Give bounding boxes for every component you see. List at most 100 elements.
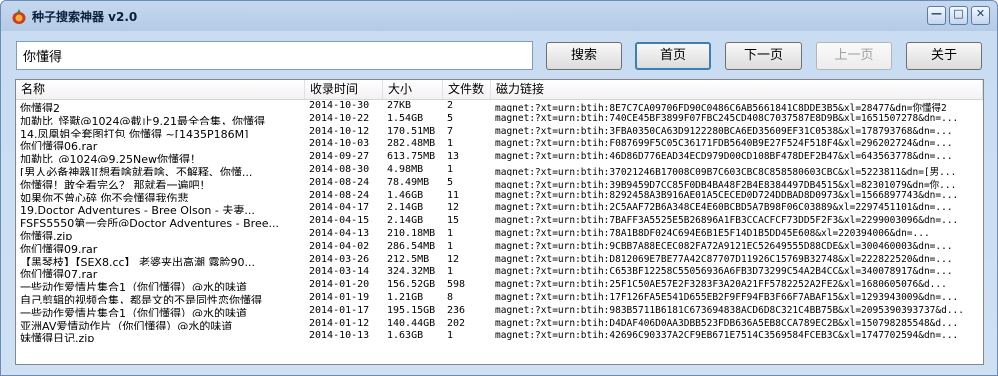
cell-size: 2.14GB <box>387 202 424 214</box>
cell-name: [男人必备神器][想看啥就看啥、不解释、你懂... <box>20 166 253 176</box>
title-bar[interactable]: 种子搜索神器 v2.0 — □ ✕ <box>1 1 997 31</box>
cell-name: 你懂得！敢全看完么？ 那就看一遍吧！ <box>20 178 211 189</box>
cell-date: 2014-10-30 <box>309 100 370 111</box>
cell-size: 1.21GB <box>387 292 424 303</box>
table-row[interactable]: 你们懂得06.rar 2014-10-03 282.48MB 1 magnet:?xt=… <box>16 138 983 150</box>
cell-size: 170.51MB <box>387 125 436 137</box>
table-row[interactable]: 如果你不曾心碎 你不会懂得我伤悲 2014-08-24 1.46GB 11 magnet… <box>16 190 983 202</box>
minimize-icon[interactable]: — <box>927 6 946 25</box>
cell-name: 19.Doctor Adventures - Bree Olson - 夫妻..… <box>20 204 255 215</box>
search-input[interactable]: 你懂得 <box>16 41 533 70</box>
cell-magnet-link: magnet:?xt=urn:btih:F087699F5C05C36171FD… <box>495 138 953 150</box>
cell-size: 613.75MB <box>387 151 436 163</box>
cell-name: 如果你不曾心碎 你不会懂得我伤悲 <box>20 191 189 202</box>
cell-name: 你懂得.zip <box>20 230 73 240</box>
cell-name: 你懂得2 <box>20 102 60 112</box>
table-row[interactable]: 加勒比_@1024@9.25New你懂得！ 2014-09-27 613.75MB 1… <box>16 151 983 163</box>
prev-page-button[interactable]: 上一页 <box>816 42 892 70</box>
cell-file-count: 202 <box>447 317 466 329</box>
cell-magnet-link: magnet:?xt=urn:btih:C653BF12258C55056936… <box>495 266 953 278</box>
results-table[interactable]: 名称 收录时间 大小 文件数 磁力链接 你懂得2 2014-10-30 27KB 2 m… <box>15 79 984 365</box>
cell-size: 2.14GB <box>387 215 424 227</box>
cell-date: 2014-08-24 <box>309 176 370 188</box>
cell-name: 加勒比_怪獸@1024@截止9.21最全合集，你懂得 <box>20 114 265 125</box>
cell-date: 2014-08-24 <box>309 189 370 201</box>
cell-size: 210.18MB <box>387 228 436 239</box>
cell-magnet-link: magnet:?xt=urn:btih:D4DAF406D0AA3DBB523F… <box>495 317 959 329</box>
table-row[interactable]: 14.凤凰姐全套图打包 你懂得 ~[1435P186M] 2014-10-12 17… <box>16 126 983 138</box>
table-row[interactable]: 自己剪辑的视频合集，都是文的不是同性恋你懂得 2014-01-19 1.21GB 8 m… <box>16 292 983 304</box>
table-row[interactable]: 你们懂得07.rar 2014-03-14 324.32MB 1 magnet:?xt=… <box>16 266 983 278</box>
cell-magnet-link: magnet:?xt=urn:btih:2C5AAF72B6A348CE4E60… <box>495 202 953 214</box>
cell-date: 2014-10-12 <box>309 125 370 137</box>
table-row[interactable]: 妹懂得日记.zip 2014-10-13 1.63GB 1 magnet:?xt=urn… <box>16 330 983 342</box>
column-header-name[interactable]: 名称 <box>16 80 305 99</box>
column-header-date[interactable]: 收录时间 <box>305 80 383 99</box>
cell-date: 2014-10-22 <box>309 112 370 124</box>
table-row[interactable]: 19.Doctor Adventures - Bree Olson - 夫妻..… <box>16 202 983 214</box>
cell-file-count: 7 <box>447 125 454 137</box>
table-row[interactable]: 你懂得！敢全看完么？ 那就看一遍吧！ 2014-08-24 78.49MB 5 magn… <box>16 177 983 189</box>
table-row[interactable]: 你懂得.zip 2014-04-13 210.18MB 1 magnet:?xt=urn… <box>16 228 983 240</box>
table-row[interactable]: 亚洲AV爱情动作片（你们懂得）@水的味道 2014-01-12 140.44GB 20… <box>16 318 983 330</box>
cell-magnet-link: magnet:?xt=urn:btih:7BAFF3A5525E5B26896A… <box>495 215 959 227</box>
cell-magnet-link: magnet:?xt=urn:btih:D812069E7BE77A42C877… <box>495 253 953 265</box>
cell-date: 2014-03-14 <box>309 266 370 278</box>
table-row[interactable]: 加勒比_怪獸@1024@截止9.21最全合集，你懂得 2014-10-22 1.54… <box>16 113 983 125</box>
cell-name: 妹懂得日记.zip <box>20 332 95 343</box>
table-row[interactable]: FSFS5550第一会所@Doctor Adventures - Bree...… <box>16 215 983 227</box>
table-row[interactable]: 【黑琴枝】【SEX8.cc】 老婆夹出高潮 露脸90... 2014-03-26 2… <box>16 254 983 266</box>
cell-size: 4.98MB <box>387 164 424 175</box>
cell-date: 2014-08-30 <box>309 164 370 175</box>
cell-file-count: 5 <box>447 112 454 124</box>
cell-date: 2014-09-27 <box>309 151 370 163</box>
cell-name: 【黑琴枝】【SEX8.cc】 老婆夹出高潮 露脸90... <box>20 255 256 266</box>
cell-size: 282.48MB <box>387 138 436 150</box>
cell-name: 自己剪辑的视频合集，都是文的不是同性恋你懂得 <box>20 294 262 304</box>
column-header-magnet[interactable]: 磁力链接 <box>491 80 983 99</box>
cell-magnet-link: magnet:?xt=urn:btih:37021246B17008C09B7C… <box>495 167 957 176</box>
table-row[interactable]: 一些动作爱情片集合1（你们懂得）@水的味道 2014-01-20 156.52GB 5… <box>16 279 983 291</box>
about-button[interactable]: 关于 <box>906 42 982 70</box>
column-header-size[interactable]: 大小 <box>383 80 443 99</box>
table-row[interactable]: 你懂得2 2014-10-30 27KB 2 magnet:?xt=urn:btih:8… <box>16 100 983 112</box>
table-row[interactable]: 一些动作爱情片集合1（你们懂得）@水的味道 2014-01-17 195.15GB 2… <box>16 305 983 317</box>
table-row[interactable]: 你们懂得09.rar 2014-04-02 286.54MB 1 magnet:?xt=… <box>16 241 983 253</box>
next-page-button[interactable]: 下一页 <box>725 42 802 70</box>
cell-name: 你们懂得06.rar <box>20 140 98 151</box>
close-icon[interactable]: ✕ <box>971 6 990 25</box>
cell-file-count: 2 <box>447 100 454 111</box>
cell-size: 324.32MB <box>387 266 436 278</box>
cell-size: 156.52GB <box>387 279 436 291</box>
cell-magnet-link: magnet:?xt=urn:btih:8292458A3B916AE01A5C… <box>495 189 959 201</box>
cell-magnet-link: magnet:?xt=urn:btih:42696C90337A2CF9EB67… <box>495 330 959 342</box>
cell-file-count: 598 <box>447 279 466 291</box>
table-header: 名称 收录时间 大小 文件数 磁力链接 <box>16 80 983 100</box>
cell-name: 一些动作爱情片集合1（你们懂得）@水的味道 <box>20 306 247 317</box>
cell-size: 78.49MB <box>387 176 430 188</box>
cell-date: 2014-01-20 <box>309 279 370 291</box>
search-button[interactable]: 搜索 <box>546 42 622 70</box>
cell-date: 2014-03-26 <box>309 253 370 265</box>
cell-file-count: 12 <box>447 253 460 265</box>
cell-size: 195.15GB <box>387 304 436 316</box>
cell-size: 1.54GB <box>387 112 424 124</box>
cell-size: 1.46GB <box>387 189 424 201</box>
cell-size: 286.54MB <box>387 240 436 252</box>
column-header-file-count[interactable]: 文件数 <box>443 80 491 99</box>
cell-magnet-link: magnet:?xt=urn:btih:9CBB7A88ECEC082FA72A… <box>495 240 953 252</box>
cell-file-count: 8 <box>447 292 454 303</box>
maximize-icon[interactable]: □ <box>949 6 968 25</box>
cell-date: 2014-10-13 <box>309 330 370 342</box>
cell-date: 2014-10-03 <box>309 138 370 150</box>
cell-date: 2014-04-17 <box>309 202 370 214</box>
cell-name: FSFS5550第一会所@Doctor Adventures - Bree... <box>20 217 279 228</box>
cell-file-count: 15 <box>447 215 460 227</box>
cell-magnet-link: magnet:?xt=urn:btih:983B5711B6181C673694… <box>495 304 964 316</box>
cell-file-count: 5 <box>447 176 454 188</box>
table-row[interactable]: [男人必备神器][想看啥就看啥、不解释、你懂... 2014-08-30 4.98M… <box>16 164 983 176</box>
cell-name: 一些动作爱情片集合1（你们懂得）@水的味道 <box>20 281 247 292</box>
cell-magnet-link: magnet:?xt=urn:btih:25F1C50AE57E2F3283F3… <box>495 279 947 291</box>
cell-file-count: 1 <box>447 138 454 150</box>
home-button[interactable]: 首页 <box>635 42 711 70</box>
